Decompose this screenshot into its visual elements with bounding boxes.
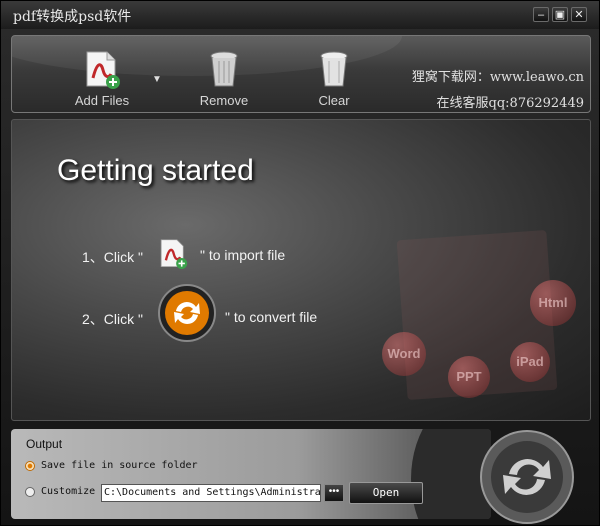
remove-button[interactable]: Remove: [184, 46, 264, 108]
ppt-bubble: PPT: [448, 356, 490, 398]
step1-suffix: " to import file: [200, 247, 286, 263]
step2-prefix: 2、Click ": [82, 311, 143, 327]
add-pdf-icon: [160, 239, 188, 269]
minimize-button[interactable]: –: [533, 7, 549, 22]
browse-button[interactable]: •••: [324, 484, 344, 502]
window-title: pdf转换成psd软件: [13, 9, 132, 25]
convert-button[interactable]: [479, 429, 575, 525]
title-bar: pdf转换成psd软件 – ▣ ✕: [1, 1, 599, 29]
save-source-label[interactable]: Save file in source folder: [41, 460, 198, 471]
step1-prefix: 1、Click ": [82, 249, 143, 265]
support-qq: 在线客服qq:876292449: [436, 96, 584, 111]
trash-icon: [210, 51, 238, 87]
output-panel: Output Save file in source folder Custom…: [11, 429, 491, 519]
clear-button[interactable]: Clear: [294, 46, 374, 108]
step2-suffix: " to convert file: [225, 309, 318, 325]
add-pdf-icon: [86, 51, 120, 89]
remove-label: Remove: [199, 93, 249, 108]
toolbar: Add Files ▼ Remove Clear 狸窝下载网：www.leawo…: [11, 35, 591, 113]
page-title: Getting started: [57, 154, 254, 187]
add-files-label: Add Files: [74, 93, 130, 108]
close-button[interactable]: ✕: [571, 7, 587, 22]
output-path-field[interactable]: C:\Documents and Settings\Administrator\…: [101, 484, 321, 502]
add-files-dropdown[interactable]: ▼: [152, 74, 162, 85]
customize-radio[interactable]: [25, 487, 35, 497]
clear-label: Clear: [318, 93, 350, 108]
open-button[interactable]: Open: [349, 482, 423, 504]
word-bubble: Word: [382, 332, 426, 376]
output-title: Output: [26, 437, 63, 451]
app-window: pdf转换成psd软件 – ▣ ✕ Add Files ▼ Remove Cle…: [0, 0, 600, 526]
getting-started-panel: Word PPT iPad Html Getting started 1、Cli…: [11, 119, 591, 421]
html-bubble: Html: [530, 280, 576, 326]
ipad-bubble: iPad: [510, 342, 550, 382]
convert-icon: [158, 284, 216, 342]
restore-button[interactable]: ▣: [552, 7, 568, 22]
save-source-radio[interactable]: [25, 461, 35, 471]
site-link[interactable]: 狸窝下载网：www.leawo.cn: [412, 66, 584, 85]
empty-trash-icon: [320, 51, 348, 87]
customize-label[interactable]: Customize: [41, 486, 95, 497]
add-files-button[interactable]: Add Files: [62, 46, 142, 108]
